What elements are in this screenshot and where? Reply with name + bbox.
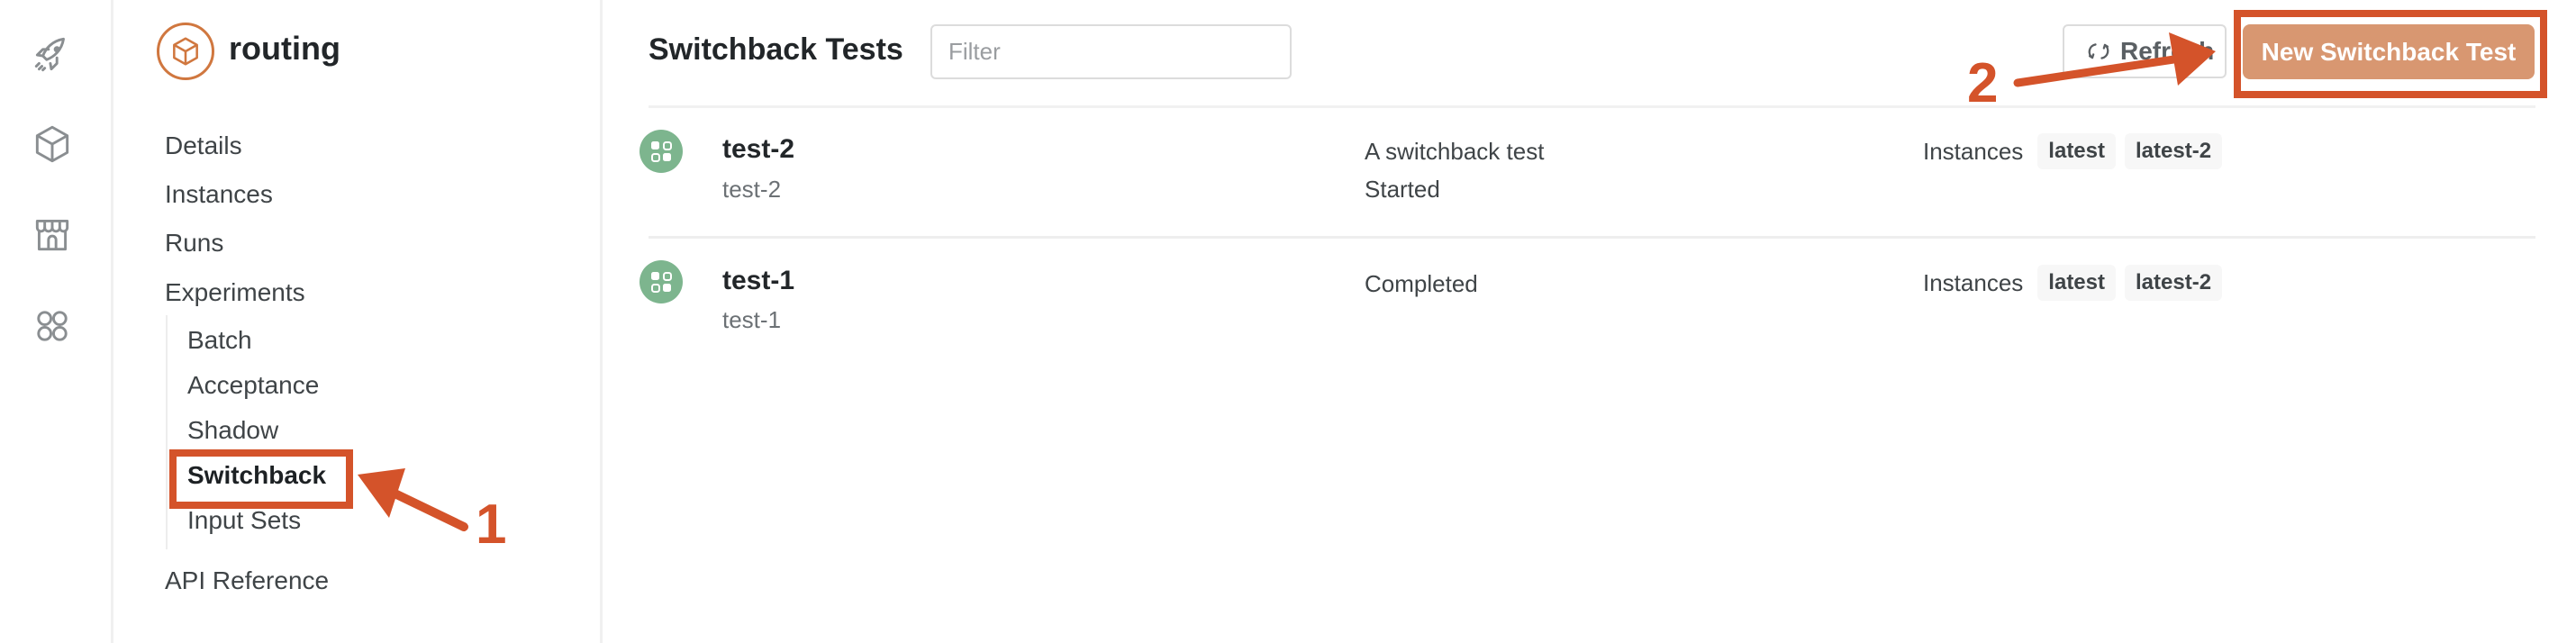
switchback-test-icon [639, 260, 683, 303]
rail-item-apps[interactable] [29, 121, 76, 168]
test-row[interactable]: test-2 test-2 A switchback test Started … [639, 108, 2535, 239]
icon-rail [0, 0, 113, 643]
sidebar-item-input-sets[interactable]: Input Sets [187, 504, 301, 537]
storefront-icon [35, 219, 69, 251]
instance-tag[interactable]: latest [2037, 133, 2116, 169]
instances-label: Instances [1923, 137, 2024, 165]
sidebar-item-acceptance[interactable]: Acceptance [187, 369, 319, 402]
sidebar-item-api-reference[interactable]: API Reference [165, 565, 329, 597]
instances-label: Instances [1923, 268, 2024, 296]
refresh-label: Refresh [2120, 37, 2215, 65]
instance-tag[interactable]: latest [2037, 265, 2116, 301]
rail-item-launch[interactable] [29, 31, 76, 77]
test-name[interactable]: test-2 [722, 134, 794, 165]
cube-icon [173, 37, 198, 66]
sidebar-item-shadow[interactable]: Shadow [187, 414, 278, 447]
instance-tag[interactable]: latest-2 [2125, 133, 2223, 169]
test-id: test-1 [722, 306, 782, 333]
test-id: test-2 [722, 176, 782, 203]
new-switchback-test-button[interactable]: New Switchback Test [2243, 24, 2535, 79]
test-status: Completed [1365, 270, 1478, 297]
project-name: routing [229, 30, 340, 67]
main-content: Switchback Tests Refresh New Switchback … [605, 0, 2576, 643]
page-title: Switchback Tests [649, 32, 903, 67]
filter-input[interactable] [930, 24, 1292, 79]
sidebar-item-experiments[interactable]: Experiments [165, 276, 305, 309]
cube-icon [35, 125, 69, 163]
switchback-test-icon [639, 130, 683, 173]
sidebar-item-instances[interactable]: Instances [165, 178, 273, 211]
refresh-icon [2088, 43, 2109, 59]
test-instances: Instances latest latest-2 [1923, 265, 2223, 301]
test-name[interactable]: test-1 [722, 266, 794, 296]
rail-item-more[interactable] [29, 303, 76, 349]
rocket-icon [34, 37, 65, 72]
instance-tag[interactable]: latest-2 [2125, 265, 2223, 301]
subnav-divider [166, 315, 168, 549]
test-instances: Instances latest latest-2 [1923, 133, 2223, 169]
rail-item-marketplace[interactable] [29, 211, 76, 258]
test-row[interactable]: test-1 test-1 Completed Instances latest… [639, 239, 2535, 369]
test-description: A switchback test [1365, 138, 1545, 165]
grid-circles-icon [37, 311, 68, 341]
sidebar-item-switchback[interactable]: Switchback [187, 459, 326, 492]
sidebar-item-runs[interactable]: Runs [165, 227, 223, 259]
sidebar-item-batch[interactable]: Batch [187, 324, 252, 357]
project-logo [157, 23, 214, 80]
test-status: Started [1365, 176, 1440, 203]
refresh-button[interactable]: Refresh [2063, 24, 2227, 78]
sidebar-item-details[interactable]: Details [165, 130, 242, 162]
project-sidebar: routing Details Instances Runs Experimen… [113, 0, 603, 643]
